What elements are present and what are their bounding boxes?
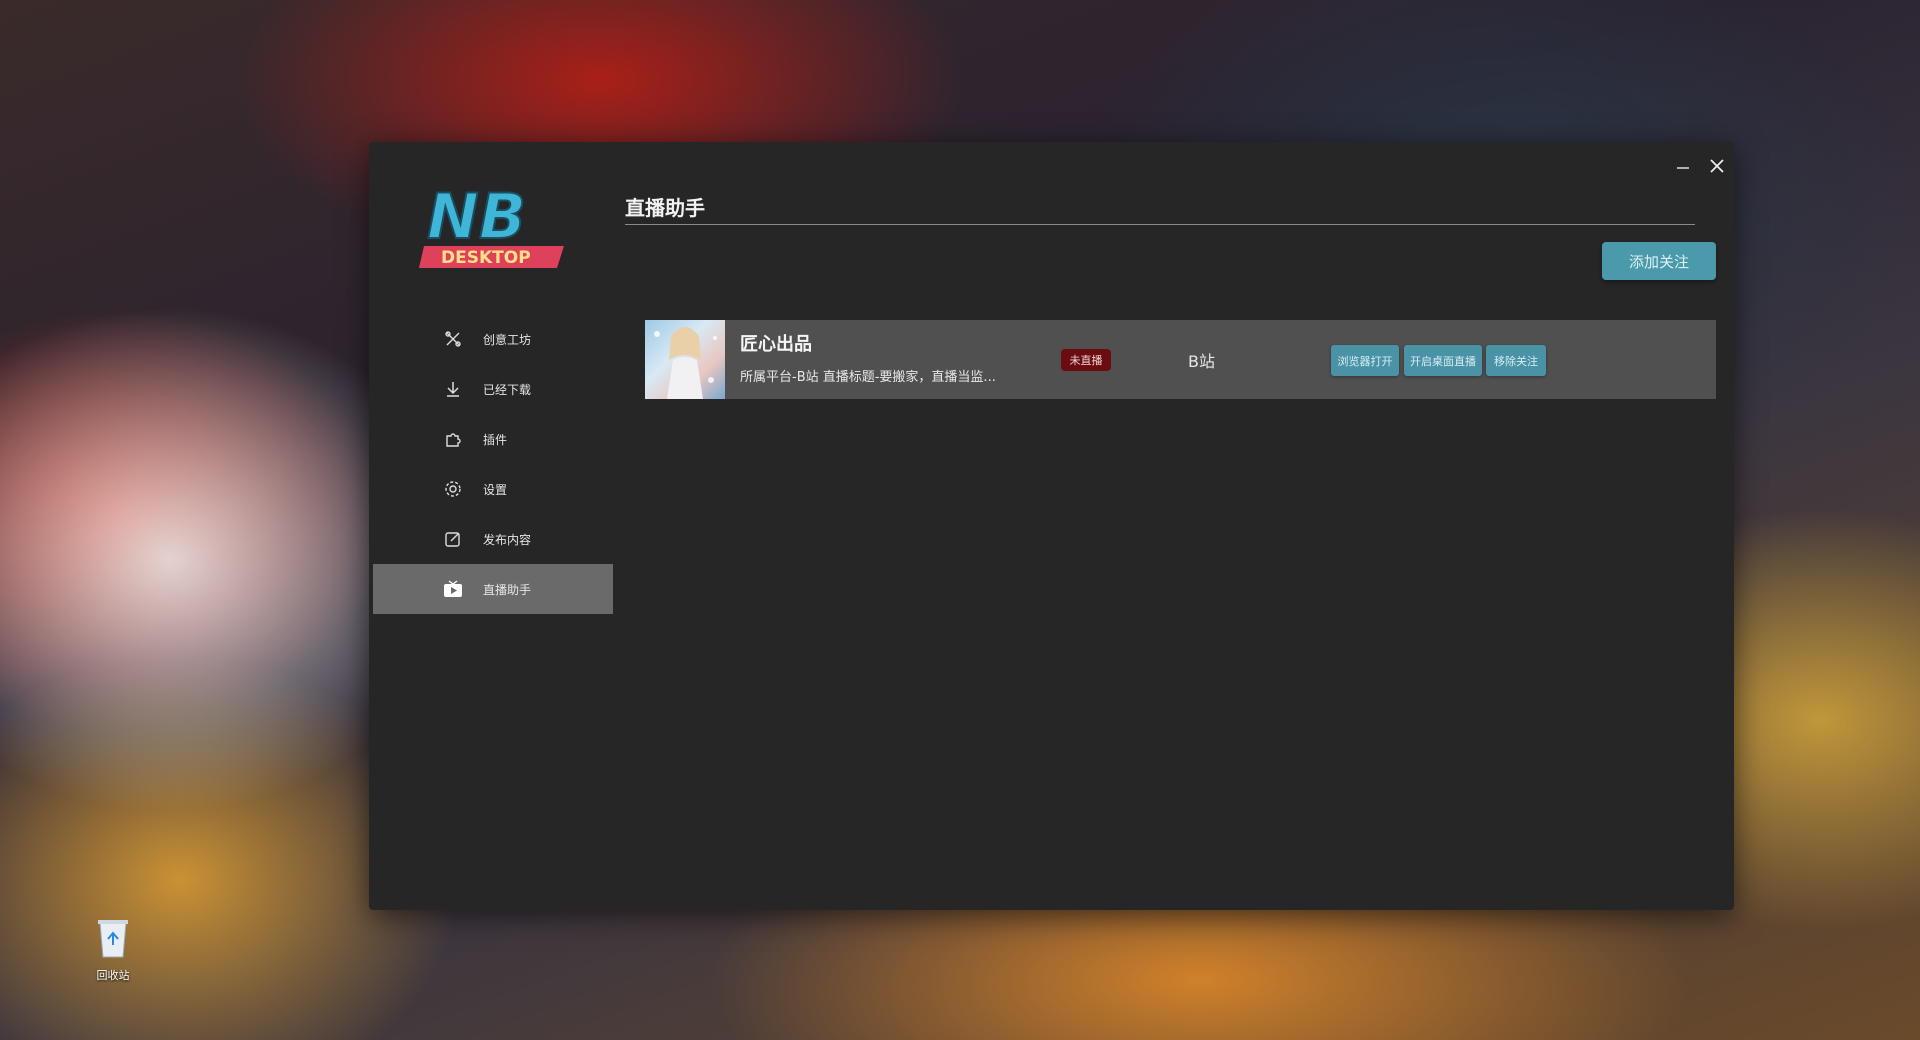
sidebar-item-settings[interactable]: 设置 (373, 464, 613, 514)
logo-nb-text: NB (427, 180, 526, 253)
sidebar-item-label: 插件 (483, 432, 508, 447)
app-window: NB DESKTOP 创意工坊 已经下载 插件 设置 发布内容 直播助手 直播助… (369, 142, 1734, 910)
sidebar-item-label: 已经下载 (483, 382, 532, 397)
page-title: 直播助手 (625, 196, 705, 220)
platform-label: B站 (1188, 352, 1215, 371)
sidebar-item-downloaded[interactable]: 已经下载 (373, 364, 613, 414)
tv-icon (443, 579, 463, 599)
logo-desktop-text: DESKTOP (441, 248, 531, 268)
sidebar-item-plugins[interactable]: 插件 (373, 414, 613, 464)
sidebar-item-label: 设置 (483, 482, 508, 497)
sidebar: 创意工坊 已经下载 插件 设置 发布内容 直播助手 (373, 314, 613, 614)
sidebar-item-label: 发布内容 (483, 532, 532, 547)
recycle-bin-icon (98, 920, 128, 958)
add-follow-button[interactable]: 添加关注 (1602, 242, 1716, 280)
download-icon (443, 379, 463, 399)
sidebar-item-label: 创意工坊 (483, 332, 532, 347)
gear-icon (443, 479, 463, 499)
close-button[interactable] (1703, 152, 1731, 180)
sidebar-item-live-assistant[interactable]: 直播助手 (373, 564, 613, 614)
recycle-bin-label: 回收站 (96, 969, 130, 982)
open-browser-button[interactable]: 浏览器打开 (1331, 345, 1399, 376)
remove-follow-button[interactable]: 移除关注 (1486, 345, 1546, 376)
nb-desktop-logo: NB DESKTOP (419, 180, 564, 268)
title-divider (625, 224, 1695, 225)
sidebar-item-publish[interactable]: 发布内容 (373, 514, 613, 564)
puzzle-icon (443, 429, 463, 449)
stream-card: 匠心出品 所属平台-B站 直播标题-要搬家，直播当监... 未直播 B站 浏览器… (645, 320, 1716, 399)
minimize-icon (1677, 167, 1689, 169)
sidebar-item-workshop[interactable]: 创意工坊 (373, 314, 613, 364)
stream-description: 所属平台-B站 直播标题-要搬家，直播当监... (740, 370, 996, 385)
open-desktop-live-button[interactable]: 开启桌面直播 (1404, 345, 1482, 376)
recycle-bin-shortcut[interactable]: 回收站 (90, 915, 136, 983)
close-icon (1710, 159, 1724, 173)
workshop-tools-icon (443, 329, 463, 349)
streamer-name: 匠心出品 (740, 334, 812, 355)
minimize-button[interactable] (1669, 152, 1697, 180)
edit-icon (443, 529, 463, 549)
sidebar-item-label: 直播助手 (483, 582, 532, 597)
streamer-thumbnail[interactable] (645, 320, 725, 399)
status-badge: 未直播 (1061, 349, 1111, 371)
